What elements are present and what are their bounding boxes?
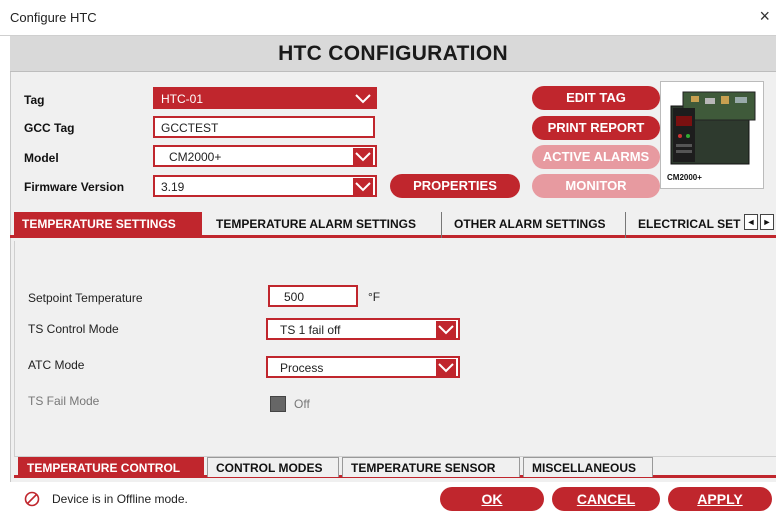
tab-temperature-settings[interactable]: TEMPERATURE SETTINGS [14, 212, 202, 238]
firmware-select[interactable]: 3.19 [153, 175, 377, 197]
sub-tabs: TEMPERATURE CONTROL CONTROL MODES TEMPER… [14, 456, 776, 478]
properties-label: PROPERTIES [413, 178, 497, 193]
page-title: HTC CONFIGURATION [278, 42, 508, 65]
gcc-tag-value: GCCTEST [161, 121, 219, 135]
ts-fail-mode-value: Off [294, 397, 310, 411]
subtab-temperature-sensor[interactable]: TEMPERATURE SENSOR [342, 457, 520, 477]
tab-other-alarm-settings[interactable]: OTHER ALARM SETTINGS [446, 212, 626, 238]
status-bar: Device is in Offline mode. [10, 482, 776, 516]
atc-mode-select[interactable]: Process [266, 356, 460, 378]
model-label: Model [24, 151, 59, 165]
subtab-miscellaneous[interactable]: MISCELLANEOUS [523, 457, 653, 477]
edit-tag-button[interactable]: EDIT TAG [532, 86, 660, 110]
ts-control-mode-label: TS Control Mode [28, 322, 119, 336]
device-image: CM2000+ [660, 81, 764, 189]
tag-label: Tag [24, 93, 45, 107]
model-select[interactable]: CM2000+ [153, 145, 377, 167]
page-header: HTC CONFIGURATION [10, 36, 776, 72]
firmware-value: 3.19 [161, 180, 185, 194]
ok-button[interactable]: OK [440, 487, 544, 511]
ts-fail-mode-label: TS Fail Mode [28, 394, 100, 408]
tab-electrical-settings[interactable]: ELECTRICAL SET [630, 212, 746, 238]
chevron-down-icon[interactable] [436, 359, 456, 376]
window-titlebar: Configure HTC × [0, 0, 776, 36]
status-message: Device is in Offline mode. [52, 492, 188, 506]
main-tabs: TEMPERATURE SETTINGS TEMPERATURE ALARM S… [10, 210, 776, 238]
chevron-down-icon[interactable] [436, 321, 456, 338]
ts-fail-mode-toggle[interactable] [270, 396, 286, 412]
setpoint-label: Setpoint Temperature [28, 291, 143, 305]
ts-control-mode-select[interactable]: TS 1 fail off [266, 318, 460, 340]
subtab-temperature-control[interactable]: TEMPERATURE CONTROL [18, 457, 204, 477]
ts-control-mode-value: TS 1 fail off [280, 323, 341, 337]
gcc-tag-label: GCC Tag [24, 121, 75, 135]
setpoint-value: 500 [284, 290, 305, 304]
subtab-control-modes[interactable]: CONTROL MODES [207, 457, 339, 477]
chevron-down-icon[interactable] [353, 148, 373, 165]
ok-label: OK [481, 491, 503, 507]
device-image-caption: CM2000+ [667, 173, 702, 182]
tag-select[interactable]: HTC-01 [153, 87, 377, 109]
firmware-label: Firmware Version [24, 180, 125, 194]
close-icon[interactable]: × [759, 7, 770, 25]
controller-module-icon [670, 91, 756, 165]
chevron-down-icon[interactable] [353, 90, 373, 107]
cancel-button[interactable]: CANCEL [552, 487, 660, 511]
cancel-label: CANCEL [576, 491, 636, 507]
monitor-label: MONITOR [565, 178, 627, 193]
temperature-settings-panel [14, 241, 776, 457]
active-alarms-button[interactable]: ACTIVE ALARMS [532, 145, 660, 169]
atc-mode-label: ATC Mode [28, 358, 85, 372]
active-alarms-label: ACTIVE ALARMS [542, 149, 650, 164]
window-title: Configure HTC [10, 10, 97, 25]
tag-value: HTC-01 [161, 92, 204, 106]
print-report-label: PRINT REPORT [547, 120, 645, 135]
offline-icon [24, 491, 40, 507]
apply-label: APPLY [697, 491, 743, 507]
edit-tag-label: EDIT TAG [566, 90, 626, 105]
tab-scroll-right-icon[interactable]: ► [760, 214, 774, 230]
print-report-button[interactable]: PRINT REPORT [532, 116, 660, 140]
setpoint-input[interactable]: 500 [268, 285, 358, 307]
tab-scroll-left-icon[interactable]: ◄ [744, 214, 758, 230]
gcc-tag-field[interactable]: GCCTEST [153, 116, 375, 138]
tab-temperature-alarm-settings[interactable]: TEMPERATURE ALARM SETTINGS [208, 212, 442, 238]
monitor-button[interactable]: MONITOR [532, 174, 660, 198]
properties-button[interactable]: PROPERTIES [390, 174, 520, 198]
apply-button[interactable]: APPLY [668, 487, 772, 511]
model-value: CM2000+ [169, 150, 222, 164]
atc-mode-value: Process [280, 361, 324, 375]
setpoint-unit: °F [368, 290, 381, 304]
chevron-down-icon[interactable] [353, 178, 373, 195]
